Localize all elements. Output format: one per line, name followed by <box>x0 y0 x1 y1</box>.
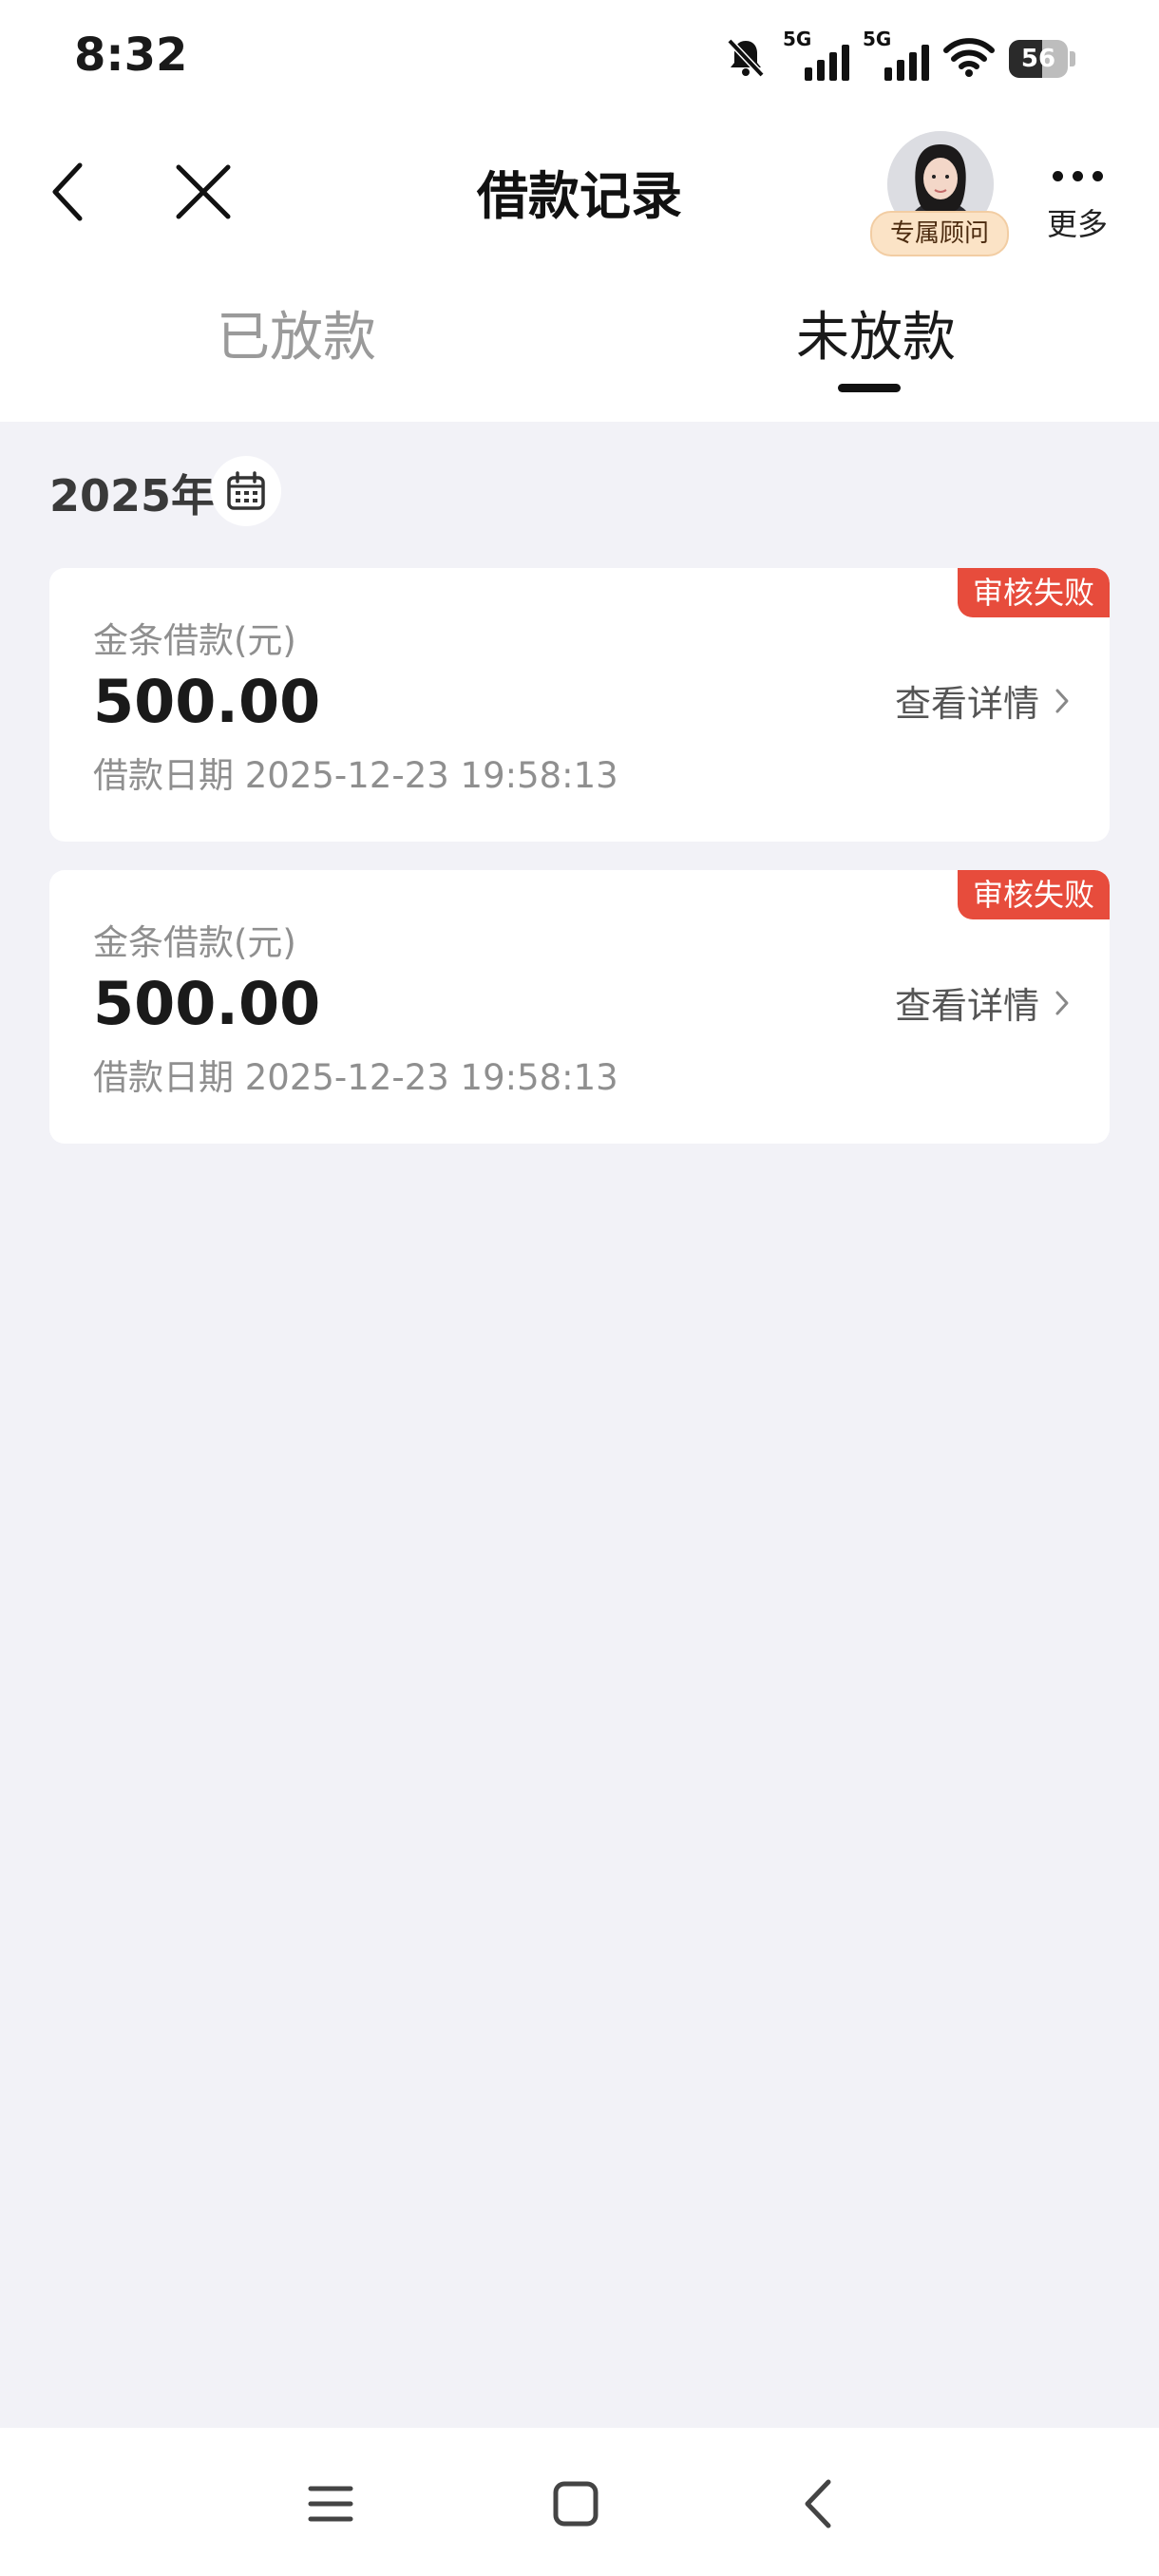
loan-date: 借款日期 2025-12-23 19:58:13 <box>93 755 618 796</box>
home-button[interactable] <box>538 2473 614 2534</box>
tab-not-disbursed[interactable]: 未放款 <box>796 294 956 371</box>
mute-bell-icon <box>722 33 770 85</box>
active-tab-indicator <box>838 384 901 392</box>
view-details-link[interactable]: 查看详情 <box>895 674 1072 727</box>
year-label: 2025年 <box>49 470 216 521</box>
view-details-link[interactable]: 查看详情 <box>895 976 1072 1029</box>
loan-amount: 500.00 <box>93 667 321 736</box>
view-details-label: 查看详情 <box>894 985 1039 1027</box>
more-button[interactable]: 更多 <box>1037 156 1117 247</box>
loan-amount: 500.00 <box>93 969 321 1038</box>
loan-type-label: 金条借款(元) <box>93 922 296 963</box>
status-time: 8:32 <box>74 28 188 82</box>
calendar-button[interactable] <box>211 456 281 526</box>
wifi-icon <box>942 35 996 83</box>
menu-icon <box>308 2486 353 2522</box>
chevron-right-icon <box>1055 991 1069 1014</box>
view-details-label: 查看详情 <box>894 683 1039 725</box>
battery-icon: 56 <box>1009 40 1068 78</box>
status-badge: 审核失败 <box>957 870 1110 919</box>
back-arrow-icon <box>805 2479 831 2529</box>
signal-icon: 5G <box>783 28 849 85</box>
loan-date: 借款日期 2025-12-23 19:58:13 <box>93 1057 618 1098</box>
battery-level: 56 <box>1020 45 1056 73</box>
more-dots-icon <box>1037 171 1117 181</box>
loan-record-card[interactable]: 审核失败 金条借款(元) 500.00 借款日期 2025-12-23 19:5… <box>49 870 1110 1144</box>
system-back-button[interactable] <box>781 2473 857 2534</box>
loan-record-card[interactable]: 审核失败 金条借款(元) 500.00 借款日期 2025-12-23 19:5… <box>49 568 1110 842</box>
advisor-label: 专属顾问 <box>870 211 1009 256</box>
status-badge: 审核失败 <box>957 568 1110 617</box>
calendar-icon <box>227 471 265 510</box>
signal-icon: 5G <box>863 28 929 85</box>
status-icons: 5G 5G 56 <box>722 28 1075 87</box>
recent-apps-button[interactable] <box>293 2473 369 2534</box>
status-bar: 8:32 5G 5G 56 <box>0 0 1159 114</box>
advisor-button[interactable]: 专属顾问 <box>870 131 1011 256</box>
home-square-icon <box>553 2481 598 2527</box>
chevron-right-icon <box>1055 689 1069 712</box>
more-label: 更多 <box>1046 206 1108 242</box>
loan-type-label: 金条借款(元) <box>93 620 296 661</box>
tab-disbursed[interactable]: 已放款 <box>217 294 376 371</box>
